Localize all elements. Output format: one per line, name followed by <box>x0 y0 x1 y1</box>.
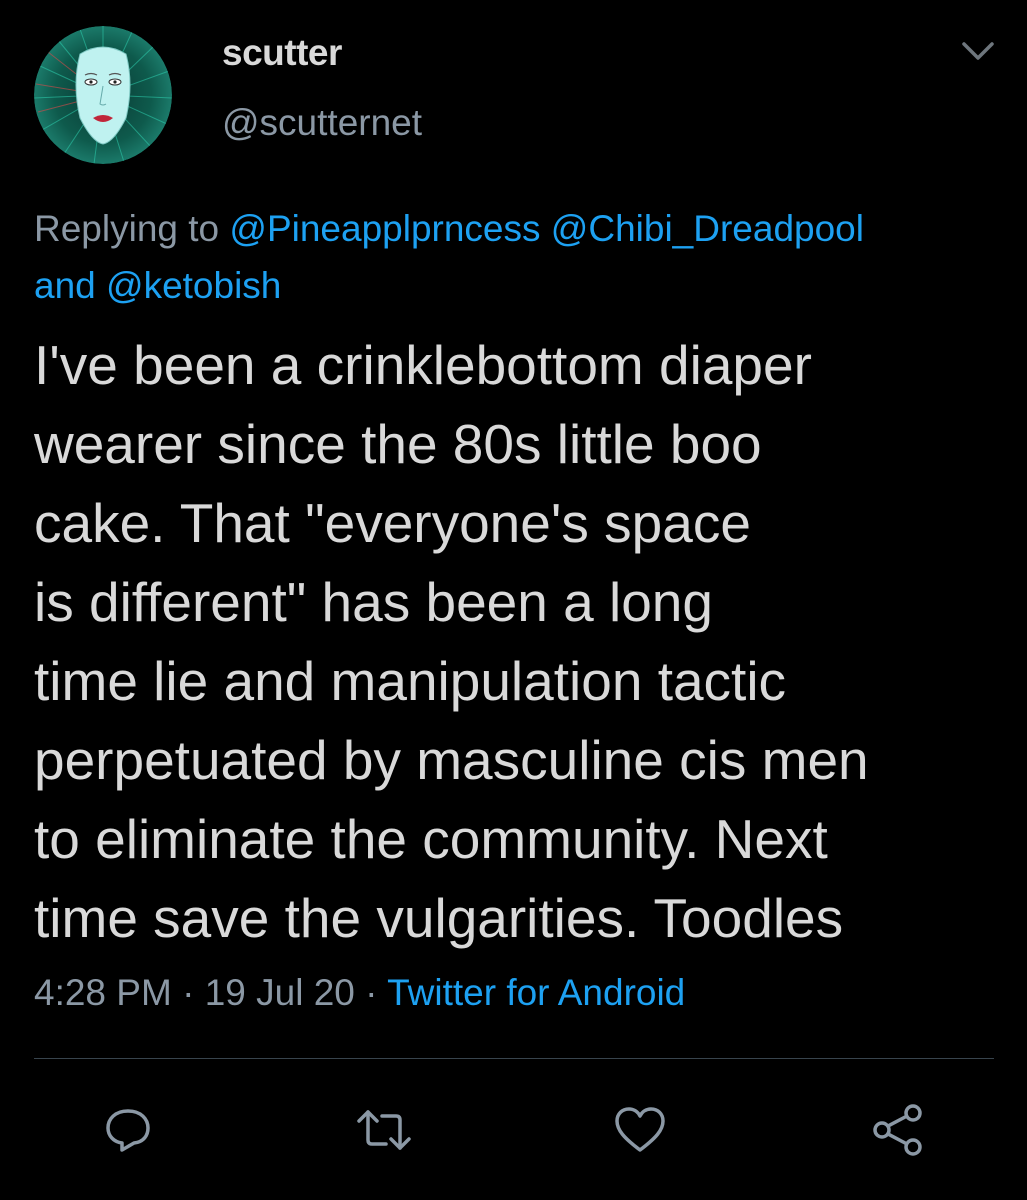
retweet-icon <box>357 1110 411 1150</box>
reply-icon <box>106 1109 150 1152</box>
share-icon <box>873 1104 922 1156</box>
tweet-metadata: 4:28 PM · 19 Jul 20 · Twitter for Androi… <box>34 972 685 1014</box>
mention-link[interactable]: @Chibi_Dreadpool <box>551 208 864 249</box>
reply-button[interactable] <box>98 1100 158 1160</box>
avatar[interactable] <box>34 26 172 164</box>
tweet-text-line: perpetuated by masculine cis men <box>34 729 869 791</box>
tweet-text-line: wearer since the 80s little boo <box>34 413 762 475</box>
like-button[interactable] <box>610 1100 670 1160</box>
tweet-text: I've been a crinklebottom diaper wearer … <box>34 326 1004 958</box>
tweet-text-line: cake. That "everyone's space <box>34 492 751 554</box>
tweet-text-line: time lie and manipulation tactic <box>34 650 787 712</box>
user-handle[interactable]: @scutternet <box>222 102 422 144</box>
tweet-text-line: I've been a crinklebottom diaper <box>34 334 812 396</box>
mention-link[interactable]: @ketobish <box>106 265 281 306</box>
replying-to: Replying to @Pineapplprncess @Chibi_Drea… <box>34 200 994 314</box>
heart-icon <box>615 1107 665 1152</box>
divider <box>34 1058 994 1059</box>
replying-to-label: Replying to <box>34 208 220 249</box>
share-button[interactable] <box>868 1100 928 1160</box>
mention-link[interactable]: @Pineapplprncess <box>229 208 540 249</box>
tweet-text-line: is different" has been a long <box>34 571 713 633</box>
replying-to-and[interactable]: and <box>34 265 96 306</box>
retweet-button[interactable] <box>354 1100 414 1160</box>
meta-separator: · <box>354 972 388 1013</box>
tweet-text-line: time save the vulgarities. Toodles <box>34 887 844 949</box>
tweet-source[interactable]: Twitter for Android <box>387 972 685 1013</box>
tweet-time[interactable]: 4:28 PM <box>34 972 172 1013</box>
tweet-text-line: to eliminate the community. Next <box>34 808 828 870</box>
tweet-date[interactable]: 19 Jul 20 <box>205 972 355 1013</box>
chevron-down-icon[interactable] <box>958 36 998 66</box>
display-name[interactable]: scutter <box>222 32 342 74</box>
meta-separator: · <box>171 972 205 1013</box>
